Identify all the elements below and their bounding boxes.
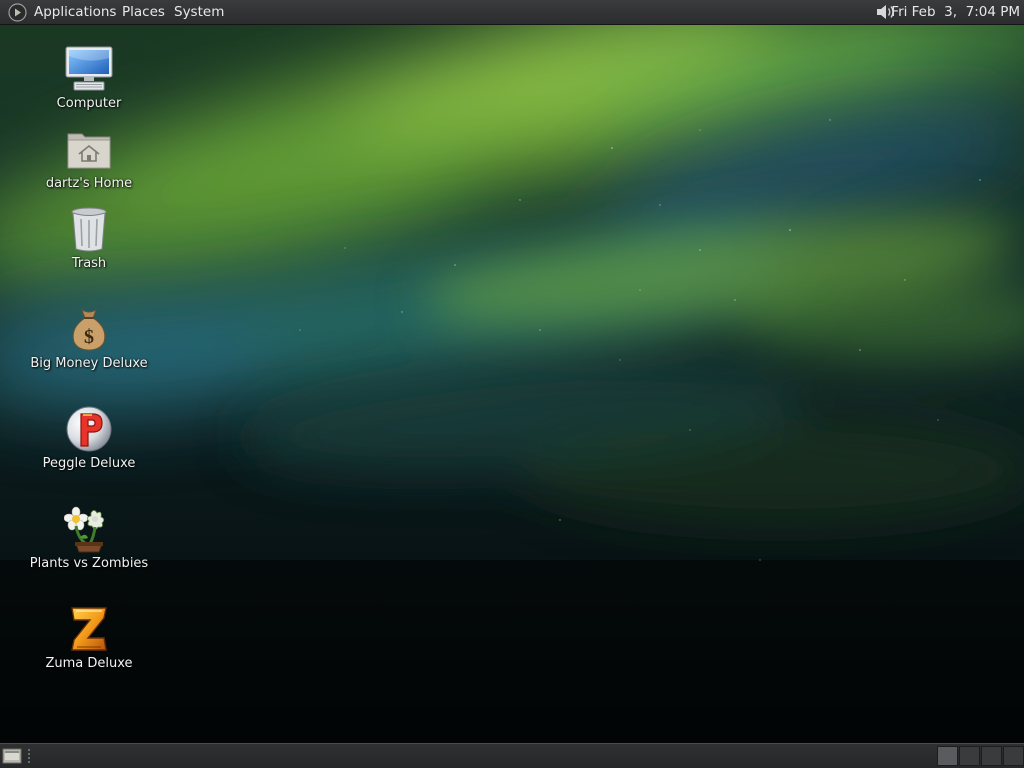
desktop-icon-zuma-deluxe[interactable]: Zuma Deluxe <box>24 604 154 671</box>
money-bag-icon: $ <box>72 308 106 351</box>
desktop-icon-plants-vs-zombies[interactable]: Plants vs Zombies <box>24 504 154 571</box>
computer-icon <box>65 46 113 91</box>
desktop-icon-home[interactable]: dartz's Home <box>24 124 154 191</box>
desktop-icon-big-money-deluxe[interactable]: $ Big Money Deluxe <box>24 304 154 371</box>
desktop-icon-label: Computer <box>56 96 122 111</box>
show-desktop-icon[interactable] <box>2 747 22 765</box>
applications-menu[interactable]: Applications <box>34 0 116 24</box>
trash-icon <box>71 207 107 252</box>
workspace-1[interactable] <box>937 746 958 766</box>
workspace-4[interactable] <box>1003 746 1024 766</box>
clock[interactable]: Fri Feb 3, 7:04 PM <box>891 0 1020 24</box>
desktop-icon-label: Peggle Deluxe <box>42 456 136 471</box>
gnome-foot-icon[interactable] <box>8 3 27 22</box>
desktop-icon-label: Zuma Deluxe <box>45 656 133 671</box>
peggle-icon <box>66 406 112 452</box>
places-menu[interactable]: Places <box>122 0 165 24</box>
svg-text:$: $ <box>84 326 94 348</box>
desktop-icon-computer[interactable]: Computer <box>24 44 154 111</box>
top-panel: Applications Places System Fri Feb 3, 7:… <box>0 0 1024 25</box>
plants-vs-zombies-icon <box>64 506 105 553</box>
desktop-icon-label: Big Money Deluxe <box>30 356 148 371</box>
desktop-icon-label: Trash <box>71 256 107 271</box>
zuma-icon <box>71 607 107 651</box>
workspace-2[interactable] <box>959 746 980 766</box>
system-menu[interactable]: System <box>174 0 224 24</box>
desktop-icon-label: Plants vs Zombies <box>29 556 149 571</box>
desktop-icon-trash[interactable]: Trash <box>24 204 154 271</box>
panel-handle-icon[interactable] <box>27 748 33 764</box>
desktop-icon-peggle-deluxe[interactable]: Peggle Deluxe <box>24 404 154 471</box>
workspace-3[interactable] <box>981 746 1002 766</box>
desktop-icon-label: dartz's Home <box>45 176 133 191</box>
home-folder-icon <box>67 133 111 169</box>
desktop-screen: Applications Places System Fri Feb 3, 7:… <box>0 0 1024 768</box>
bottom-panel <box>0 743 1024 768</box>
